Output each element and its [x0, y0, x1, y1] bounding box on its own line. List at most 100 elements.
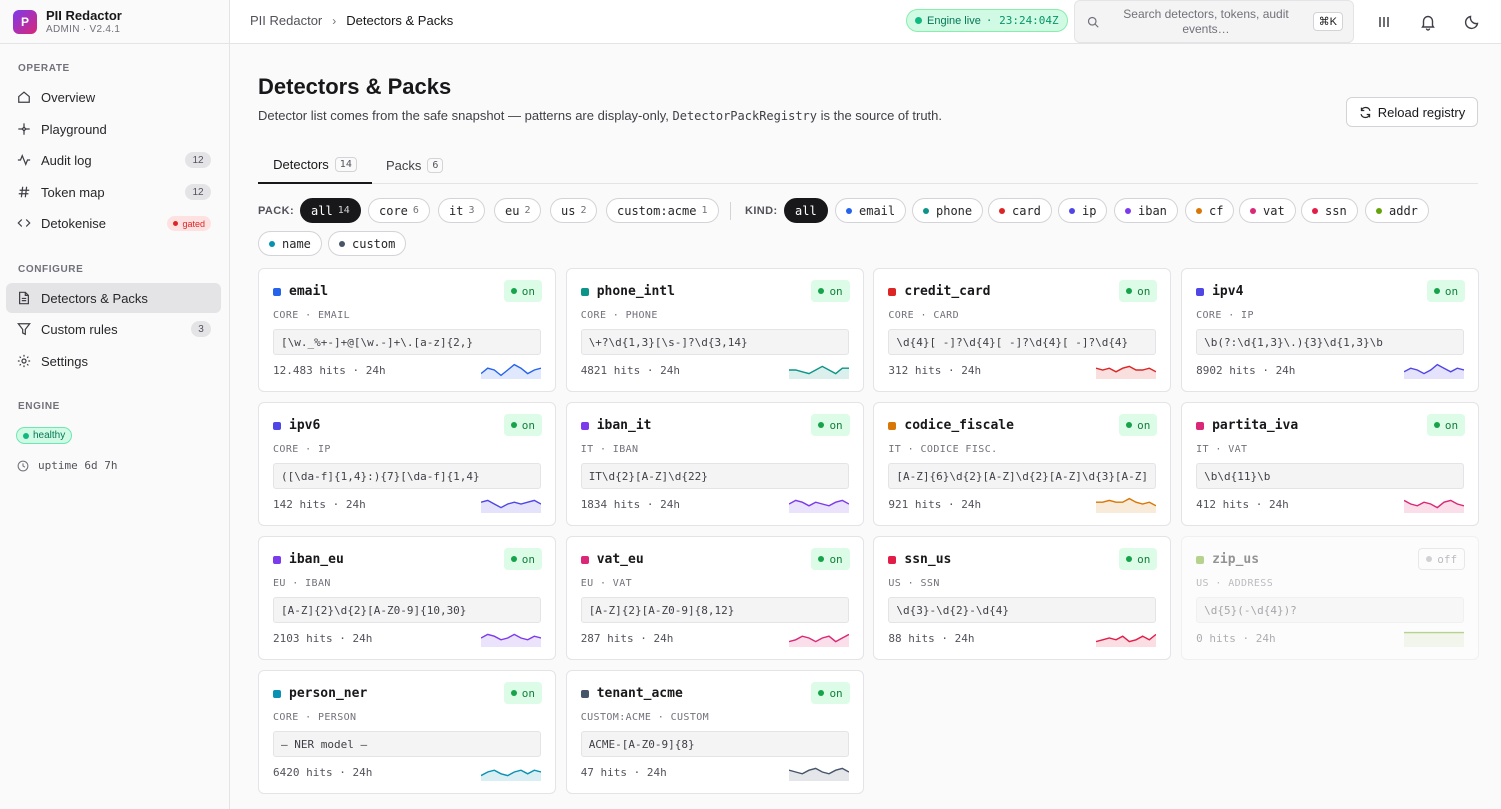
sidebar-item-settings[interactable]: Settings: [6, 346, 221, 376]
main-content: Detectors & Packs Detector list comes fr…: [230, 45, 1501, 809]
kind-filter-phone[interactable]: phone: [912, 198, 984, 223]
detector-card-vat_eu[interactable]: vat_eu on EU · VAT [A-Z]{2}[A-Z0-9]{8,12} 28…: [565, 536, 864, 660]
detector-hits: 12.483 hits · 24h: [273, 364, 386, 377]
status-toggle[interactable]: on: [811, 682, 850, 704]
pack-filter-core[interactable]: core 6: [368, 198, 430, 223]
kind-filter-custom[interactable]: custom: [328, 231, 407, 256]
status-toggle[interactable]: on: [1119, 414, 1158, 436]
detector-hits: 287 hits · 24h: [580, 632, 674, 645]
page-title: Detectors & Packs: [258, 74, 452, 99]
status-toggle[interactable]: on: [1426, 280, 1466, 302]
status-toggle[interactable]: on: [503, 682, 542, 704]
breadcrumb: PII Redactor › Detectors & Packs: [250, 13, 453, 28]
detector-card-zip_us[interactable]: zip_us off US · ADDRESS \d{5}(-\d{4})? 0 hit…: [1181, 536, 1480, 660]
search-shortcut: ⌘K: [1312, 12, 1343, 31]
sparkline: [1096, 497, 1157, 513]
count-badge: 12: [185, 152, 211, 168]
reload-registry-button[interactable]: Reload registry: [1346, 97, 1478, 127]
detector-card-iban_it[interactable]: iban_it on IT · IBAN IT\d{2}[A-Z]\d{22} 1834…: [565, 402, 864, 526]
search-input[interactable]: Search detectors, tokens, audit events… …: [1074, 0, 1354, 43]
sidebar-item-playground[interactable]: Playground: [6, 114, 221, 144]
detector-name: partita_iva: [1212, 418, 1299, 433]
sparkline: [1404, 363, 1465, 379]
sparkline-area: [788, 500, 849, 513]
sparkline: [481, 363, 541, 379]
sidebar-item-audit-log[interactable]: Audit log 12: [6, 145, 221, 175]
tab-detectors[interactable]: Detectors 14: [258, 146, 372, 184]
detector-card-iban_eu[interactable]: iban_eu on EU · IBAN [A-Z]{2}\d{2}[A-Z0-9]{…: [258, 536, 556, 660]
app-logo: P: [13, 9, 37, 34]
detector-pattern: — NER model —: [273, 731, 541, 757]
kind-color-swatch: [273, 556, 281, 564]
sidebar-item-token-map[interactable]: Token map 12: [6, 177, 221, 207]
status-toggle[interactable]: on: [503, 414, 542, 436]
status-toggle[interactable]: off: [1418, 548, 1466, 570]
pack-filter-us[interactable]: us 2: [550, 198, 598, 223]
bell-icon[interactable]: [1419, 13, 1437, 31]
detector-card-tenant_acme[interactable]: tenant_acme on CUSTOM:ACME · CUSTOM ACME-[A…: [565, 670, 864, 794]
kind-color-swatch: [1196, 556, 1205, 564]
section-title-configure: CONFIGURE: [18, 264, 84, 275]
sparkline-area: [1096, 634, 1157, 647]
status-toggle[interactable]: on: [811, 414, 850, 436]
kind-filter-addr[interactable]: addr: [1365, 198, 1429, 223]
detector-card-ipv4[interactable]: ipv4 on CORE · IP \b(?:\d{1,3}\.){3}\d{1,3}…: [1181, 268, 1480, 392]
detector-card-ipv6[interactable]: ipv6 on CORE · IP ([\da-f]{1,4}:){7}[\da-f]…: [258, 402, 556, 526]
pack-filter-all[interactable]: all 14: [300, 198, 361, 223]
kind-filter-iban[interactable]: iban: [1114, 198, 1178, 223]
detector-pattern: IT\d{2}[A-Z]\d{22}: [580, 463, 849, 489]
dot-icon: [269, 240, 275, 247]
sidebar-item-detokenise[interactable]: Detokenise gated: [6, 208, 221, 238]
tab-packs[interactable]: Packs 6: [386, 146, 444, 184]
detector-card-credit_card[interactable]: credit_card on CORE · CARD \d{4}[ -]?\d{4}[…: [873, 268, 1172, 392]
status-toggle[interactable]: on: [1119, 280, 1158, 302]
dot-icon: [1125, 207, 1131, 214]
count-badge: 3: [191, 321, 211, 337]
detector-meta: CORE · PHONE: [580, 310, 658, 321]
sidebar-item-overview[interactable]: Overview: [6, 82, 221, 112]
breadcrumb-root[interactable]: PII Redactor: [250, 13, 322, 28]
sidebar-item-custom-rules[interactable]: Custom rules 3: [6, 314, 221, 344]
detector-card-partita_iva[interactable]: partita_iva on IT · VAT \b\d{11}\b 412 hits …: [1181, 402, 1480, 526]
detector-card-person_ner[interactable]: person_ner on CORE · PERSON — NER model — 64…: [258, 670, 556, 794]
pack-filter-it[interactable]: it 3: [438, 198, 486, 223]
kind-filter-vat[interactable]: vat: [1239, 198, 1296, 223]
detector-card-ssn_us[interactable]: ssn_us on US · SSN \d{3}-\d{2}-\d{4} 88 hits…: [873, 536, 1172, 660]
status-toggle[interactable]: on: [503, 548, 542, 570]
kind-filter-ssn[interactable]: ssn: [1301, 198, 1358, 223]
detector-meta: IT · IBAN: [580, 444, 639, 455]
status-toggle[interactable]: on: [811, 548, 850, 570]
section-title-operate: OPERATE: [18, 63, 70, 74]
status-toggle[interactable]: on: [503, 280, 542, 302]
kind-filter-name[interactable]: name: [258, 231, 322, 256]
kind-filter-cf[interactable]: cf: [1185, 198, 1235, 223]
detector-hits: 921 hits · 24h: [888, 498, 982, 511]
detector-name: iban_eu: [289, 552, 344, 567]
app-name: PII Redactor: [46, 7, 122, 23]
brand[interactable]: P PII Redactor ADMIN · V2.4.1: [0, 0, 229, 44]
pack-filter-custom-acme[interactable]: custom:acme 1: [606, 198, 719, 223]
page-description: Detector list comes from the safe snapsh…: [258, 108, 943, 123]
status-toggle[interactable]: on: [811, 280, 850, 302]
detector-pattern: ([\da-f]{1,4}:){7}[\da-f]{1,4}: [273, 463, 541, 489]
topbar: PII Redactor › Detectors & Packs Engine …: [230, 0, 1501, 44]
kind-filter-all[interactable]: all: [784, 198, 828, 223]
status-toggle[interactable]: on: [1426, 414, 1466, 436]
moon-icon[interactable]: [1463, 13, 1481, 31]
columns-icon[interactable]: [1375, 13, 1393, 31]
detector-pattern: \d{3}-\d{2}-\d{4}: [888, 597, 1157, 623]
detector-hits: 4821 hits · 24h: [580, 364, 681, 377]
detector-hits: 88 hits · 24h: [888, 632, 975, 645]
detector-card-phone_intl[interactable]: phone_intl on CORE · PHONE \+?\d{1,3}[\s-]?…: [565, 268, 864, 392]
sidebar-item-detectors-packs[interactable]: Detectors & Packs: [6, 283, 221, 313]
kind-filter-ip[interactable]: ip: [1058, 198, 1108, 223]
detector-card-codice_fiscale[interactable]: codice_fiscale on IT · CODICE FISC. [A-Z]{6…: [873, 402, 1172, 526]
kind-color-swatch: [888, 556, 897, 564]
detector-pattern: [A-Z]{2}\d{2}[A-Z0-9]{10,30}: [273, 597, 541, 623]
kind-filter-email[interactable]: email: [835, 198, 907, 223]
pack-filter-eu[interactable]: eu 2: [494, 198, 542, 223]
detector-card-email[interactable]: email on CORE · EMAIL [\w._%+-]+@[\w.-]+\.[…: [258, 268, 556, 392]
gear-icon: [17, 354, 31, 368]
kind-filter-card[interactable]: card: [988, 198, 1052, 223]
status-toggle[interactable]: on: [1119, 548, 1158, 570]
